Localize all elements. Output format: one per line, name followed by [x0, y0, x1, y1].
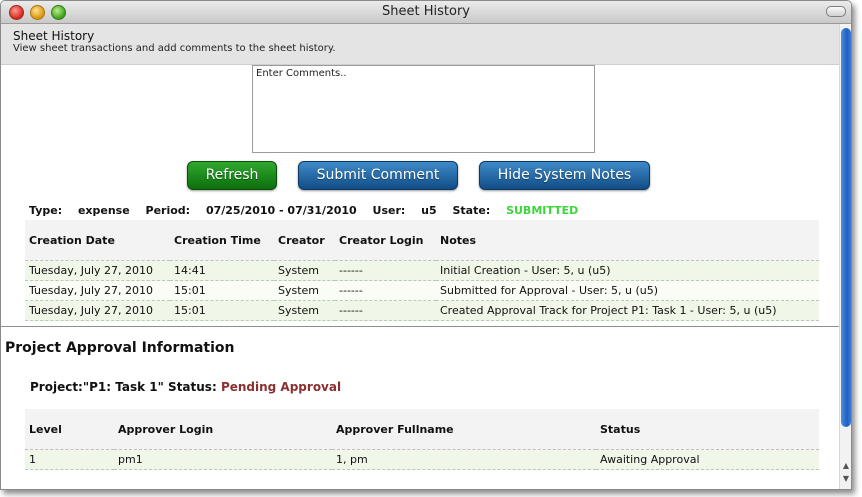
cell-notes: Created Approval Track for Project P1: T… — [436, 300, 819, 321]
refresh-button[interactable]: Refresh — [187, 161, 277, 190]
cell-creator: System — [274, 300, 335, 321]
column-header-notes: Notes — [436, 220, 819, 261]
cell-creation-time: 15:01 — [170, 300, 274, 321]
submit-comment-button[interactable]: Submit Comment — [298, 161, 458, 190]
column-header-approver-login: Approver Login — [114, 409, 332, 450]
type-summary: Type: expense — [29, 204, 130, 217]
column-header-creation-time: Creation Time — [170, 220, 274, 261]
cell-creation-date: Tuesday, July 27, 2010 — [25, 280, 170, 301]
user-label: User: — [372, 204, 406, 217]
cell-creation-time: 14:41 — [170, 260, 274, 281]
page-title: Sheet History — [13, 29, 95, 43]
cell-approver-login: pm1 — [114, 449, 332, 470]
cell-creator: System — [274, 280, 335, 301]
state-summary: State: SUBMITTED — [453, 204, 579, 217]
type-label: Type: — [29, 204, 63, 217]
user-summary: User: u5 — [373, 204, 437, 217]
cell-creator-login: ------ — [335, 300, 436, 321]
state-label: State: — [452, 204, 491, 217]
cell-level: 1 — [25, 449, 114, 470]
section-divider — [1, 326, 839, 327]
column-header-status: Status — [596, 409, 819, 450]
comments-textarea[interactable]: Enter Comments.. — [252, 65, 595, 153]
window-title: Sheet History — [382, 4, 470, 19]
title-bar: Sheet History — [1, 1, 851, 24]
table-row: Tuesday, July 27, 2010 14:41 System ----… — [25, 260, 819, 281]
cell-creation-date: Tuesday, July 27, 2010 — [25, 300, 170, 321]
scroll-up-arrow-icon[interactable]: ▲ — [841, 460, 851, 471]
cell-notes: Initial Creation - User: 5, u (u5) — [436, 260, 819, 281]
period-value: 07/25/2010 - 07/31/2010 — [205, 204, 357, 217]
user-value: u5 — [421, 204, 437, 217]
type-value: expense — [77, 204, 130, 217]
period-summary: Period: 07/25/2010 - 07/31/2010 — [146, 204, 357, 217]
cell-status: Awaiting Approval — [596, 449, 819, 470]
state-value: SUBMITTED — [506, 204, 579, 217]
column-header-level: Level — [25, 409, 114, 450]
column-header-creator-login: Creator Login — [335, 220, 436, 261]
cell-notes: Submitted for Approval - User: 5, u (u5) — [436, 280, 819, 301]
history-table: Creation Date Creation Time Creator Crea… — [25, 220, 819, 321]
cell-creation-time: 15:01 — [170, 280, 274, 301]
page-header: Sheet History View sheet transactions an… — [1, 24, 839, 65]
cell-creator-login: ------ — [335, 260, 436, 281]
approval-section-title: Project Approval Information — [5, 340, 235, 356]
column-header-approver-fullname: Approver Fullname — [332, 409, 596, 450]
sheet-history-window: Sheet History Sheet History View sheet t… — [0, 0, 852, 490]
period-label: Period: — [145, 204, 191, 217]
project-status-line: Project:"P1: Task 1" Status: Pending App… — [30, 380, 341, 394]
project-status: Pending Approval — [220, 380, 342, 394]
approval-table: Level Approver Login Approver Fullname S… — [25, 409, 819, 470]
cell-creator-login: ------ — [335, 280, 436, 301]
cell-approver-fullname: 1, pm — [332, 449, 596, 470]
project-label: Project:"P1: Task 1" Status: — [30, 380, 217, 394]
cell-creation-date: Tuesday, July 27, 2010 — [25, 260, 170, 281]
scroll-down-arrow-icon[interactable]: ▼ — [841, 473, 851, 484]
table-row: 1 pm1 1, pm Awaiting Approval — [25, 449, 819, 470]
page-subtitle: View sheet transactions and add comments… — [13, 43, 336, 54]
table-row: Tuesday, July 27, 2010 15:01 System ----… — [25, 280, 819, 301]
column-header-creator: Creator — [274, 220, 335, 261]
table-row: Tuesday, July 27, 2010 15:01 System ----… — [25, 300, 819, 321]
vertical-scrollbar[interactable]: ▲ ▼ — [839, 24, 851, 489]
hide-system-notes-button[interactable]: Hide System Notes — [479, 161, 650, 190]
toolbar-toggle-button[interactable] — [826, 6, 846, 17]
cell-creator: System — [274, 260, 335, 281]
scroll-thumb[interactable] — [841, 28, 851, 427]
sheet-summary: Type: expense Period: 07/25/2010 - 07/31… — [29, 204, 578, 217]
column-header-creation-date: Creation Date — [25, 220, 170, 261]
